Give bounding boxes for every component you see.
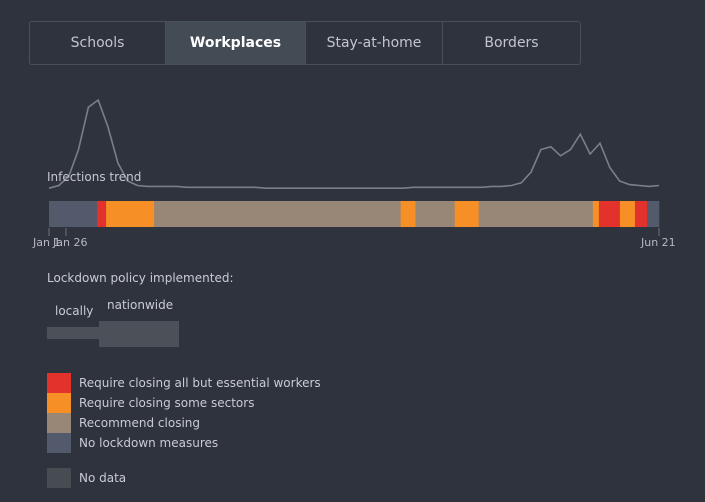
legend-item-essential: Require closing all but essential worker… <box>47 373 321 393</box>
end-date-label: Jun 21 <box>640 236 676 249</box>
legend-label: Recommend closing <box>79 416 201 430</box>
timeline-segment-some <box>619 201 636 227</box>
timeline-segment-some <box>106 201 155 227</box>
legend-item-nodata: No data <box>47 468 126 488</box>
nodata-label: No data <box>79 471 127 485</box>
timeline-segment-recommend <box>478 201 594 227</box>
legend-swatch-none <box>47 433 71 453</box>
locally-label: locally <box>55 304 94 318</box>
legend-item-some: Require closing some sectors <box>47 393 321 413</box>
legend-swatch-essential <box>47 373 71 393</box>
first-date-label: Jan 26 <box>52 236 87 249</box>
timeline-segment-essential <box>598 201 621 227</box>
legend-swatch-recommend <box>47 413 71 433</box>
legend-swatch-nodata <box>47 468 71 488</box>
legend-swatch-some <box>47 393 71 413</box>
infections-trend-label: Infections trend <box>47 170 141 184</box>
locally-indicator <box>47 327 99 339</box>
nationwide-label: nationwide <box>107 298 174 312</box>
nationwide-indicator <box>99 321 179 347</box>
legend-label: Require closing all but essential worker… <box>79 376 321 390</box>
timeline-segment-essential <box>97 201 107 227</box>
timeline-segment-recommend <box>154 201 401 227</box>
policy-title: Lockdown policy implemented: <box>47 271 234 285</box>
legend-item-recommend: Recommend closing <box>47 413 321 433</box>
timeline-chart: Infections trend Jan 1 Jan 26 Jun 21 <box>32 98 676 249</box>
timeline-segment-some <box>592 201 600 227</box>
timeline-segment-recommend <box>415 201 455 227</box>
legend-label: Require closing some sectors <box>79 396 255 410</box>
legend: Require closing all but essential worker… <box>47 373 321 453</box>
timeline-segment-some <box>454 201 480 227</box>
timeline-segment-some <box>400 201 416 227</box>
timeline-segment-none <box>49 201 98 227</box>
legend-item-none: No lockdown measures <box>47 433 321 453</box>
timeline-segment-essential <box>634 201 648 227</box>
policy-timeline-bar <box>49 201 660 227</box>
legend-label: No lockdown measures <box>79 436 219 450</box>
timeline-segment-none <box>646 201 660 227</box>
